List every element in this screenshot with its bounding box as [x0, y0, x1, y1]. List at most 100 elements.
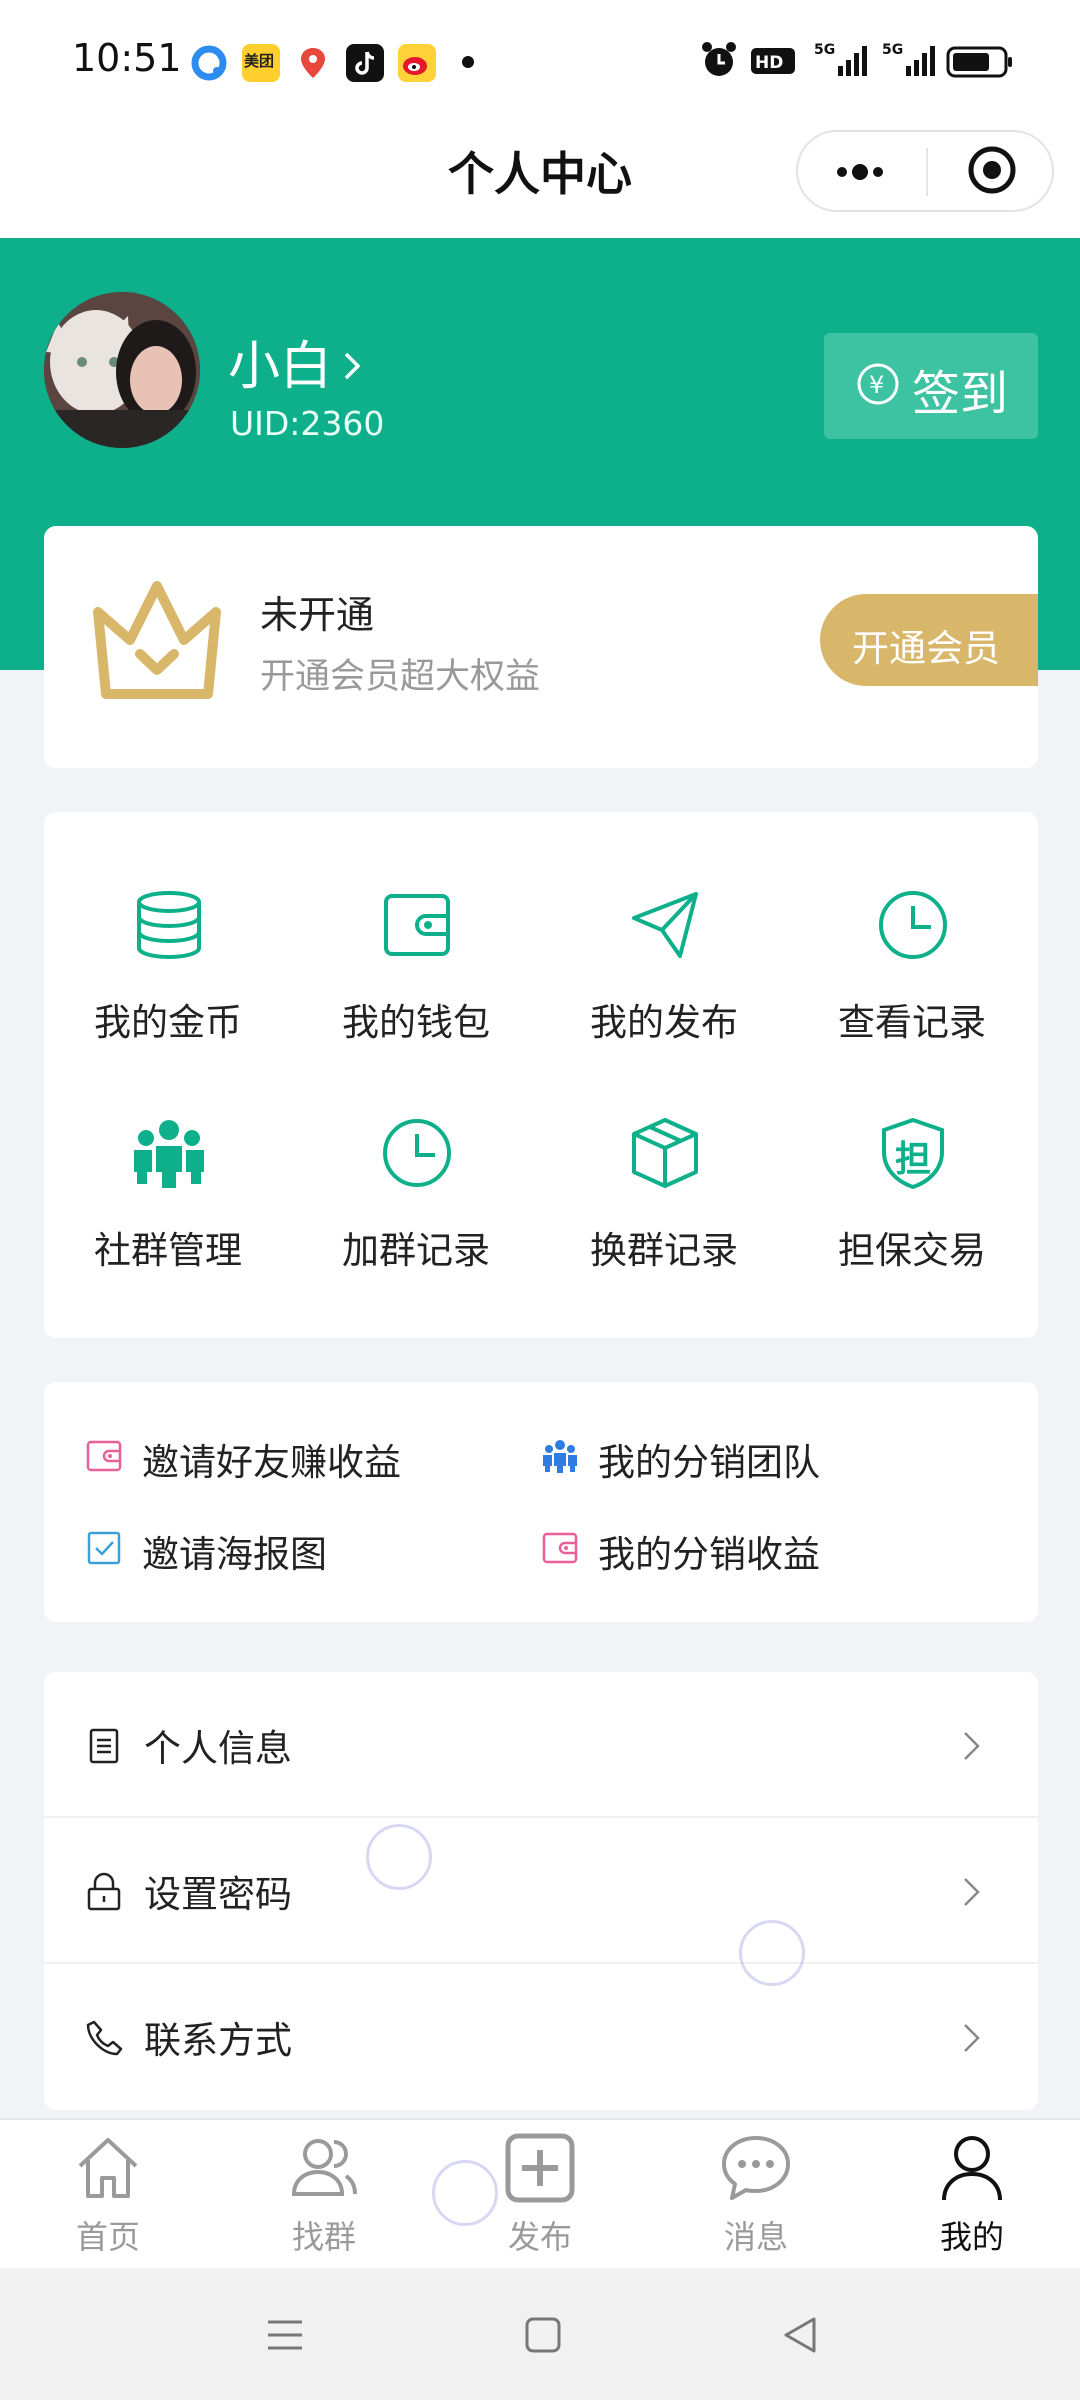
meituan-icon: 美团: [242, 44, 280, 82]
user-uid: UID:2360: [230, 404, 385, 443]
weibo-icon: [398, 44, 436, 82]
more-dots-icon: [837, 164, 883, 180]
grid-item-guarantee-trade[interactable]: 担 担保交易: [788, 1116, 1036, 1316]
svg-text:5G: 5G: [814, 42, 835, 58]
svg-text:¥: ¥: [869, 371, 884, 399]
menu-recents-button[interactable]: [264, 2314, 306, 2360]
grid-label: 加群记录: [342, 1229, 490, 1272]
chevron-right-icon: [964, 1878, 980, 1906]
chevron-right-icon: [964, 2024, 980, 2052]
settings-label: 个人信息: [144, 1727, 292, 1770]
settings-label: 联系方式: [144, 2019, 292, 2062]
phone-icon: [86, 2020, 123, 2056]
avatar[interactable]: [44, 292, 200, 448]
browser-icon: [190, 44, 228, 82]
tab-find-group[interactable]: 找群: [254, 2132, 394, 2262]
yuan-coin-icon: ¥: [856, 362, 900, 410]
invite-label: 我的分销收益: [598, 1533, 820, 1576]
hamburger-icon: [268, 2320, 302, 2350]
settings-row-contact[interactable]: 联系方式: [44, 1964, 1038, 2110]
grid-item-view-history[interactable]: 查看记录: [788, 888, 1036, 1088]
grid-item-join-history[interactable]: 加群记录: [292, 1116, 540, 1316]
home-system-button[interactable]: [522, 2314, 564, 2360]
invite-label: 邀请海报图: [142, 1533, 327, 1576]
grid-label: 换群记录: [590, 1229, 738, 1272]
hd-icon: HD: [750, 40, 796, 84]
capsule-divider: [926, 148, 928, 196]
svg-text:5G: 5G: [882, 42, 903, 58]
group-icon: [134, 1120, 204, 1188]
checkbox-icon: [87, 1531, 121, 1565]
more-notifications-dot: [462, 56, 474, 68]
tab-label: 发布: [507, 2218, 572, 2256]
tab-messages[interactable]: 消息: [686, 2132, 826, 2262]
chevron-right-icon[interactable]: [340, 346, 364, 390]
grid-item-community-manage[interactable]: 社群管理: [44, 1116, 292, 1316]
chevron-right-icon: [964, 1732, 980, 1760]
team-icon: [543, 1440, 577, 1473]
grid-item-my-wallet[interactable]: 我的钱包: [292, 888, 540, 1088]
grid-label: 我的钱包: [342, 1001, 490, 1044]
wallet-icon: [384, 894, 450, 956]
invite-label: 邀请好友赚收益: [142, 1441, 401, 1484]
coins-database-icon: [137, 891, 201, 960]
my-distribution-earnings[interactable]: 我的分销收益: [542, 1518, 962, 1578]
user-icon: [942, 2136, 1002, 2201]
distribution-card: [44, 1382, 1038, 1622]
tab-label: 我的: [939, 2218, 1004, 2256]
alarm-icon: [700, 40, 738, 84]
close-mini-program-button[interactable]: [966, 144, 1018, 196]
grid-label: 我的发布: [590, 1001, 738, 1044]
users-icon: [291, 2139, 357, 2196]
more-options-button[interactable]: [826, 150, 906, 194]
grid-item-my-posts[interactable]: 我的发布: [540, 888, 788, 1088]
cube-icon: [632, 1118, 698, 1188]
settings-row-personal-info[interactable]: 个人信息: [44, 1672, 1038, 1818]
my-distribution-team[interactable]: 我的分销团队: [542, 1426, 962, 1486]
invite-label: 我的分销团队: [598, 1441, 820, 1484]
lock-icon: [87, 1872, 121, 1911]
touch-indicator: [739, 1920, 805, 1986]
tab-mine[interactable]: 我的: [902, 2132, 1042, 2262]
touch-indicator: [432, 2160, 498, 2226]
back-triangle-icon: [784, 2317, 816, 2353]
svg-text:HD: HD: [755, 53, 783, 73]
document-icon: [89, 1728, 119, 1764]
touch-indicator: [366, 1824, 432, 1890]
grid-label: 我的金币: [94, 1001, 242, 1044]
shield-char: 担: [895, 1139, 932, 1180]
grid-label: 社群管理: [94, 1229, 242, 1272]
tiktok-icon: [346, 44, 384, 82]
invite-friends-earn[interactable]: 邀请好友赚收益: [86, 1426, 506, 1486]
open-membership-label: 开通会员: [852, 627, 1000, 670]
settings-row-set-password[interactable]: 设置密码: [44, 1818, 1038, 1964]
chat-bubble-icon: [722, 2136, 790, 2200]
checkin-label: 签到: [912, 366, 1009, 422]
paper-plane-icon: [632, 892, 698, 958]
membership-status: 未开通: [260, 593, 375, 637]
status-time: 10:51: [72, 36, 182, 80]
target-close-icon: [968, 146, 1016, 194]
square-home-icon: [525, 2317, 561, 2353]
crown-icon: [90, 578, 224, 706]
tab-label: 找群: [291, 2218, 356, 2256]
clock-icon: [879, 891, 947, 959]
map-icon: [294, 44, 332, 82]
membership-description: 开通会员超大权益: [260, 657, 541, 697]
plus-square-icon: [505, 2133, 575, 2203]
signal-5g-icon: 5G: [880, 40, 938, 84]
wallet-icon: [542, 1532, 578, 1564]
grid-item-swap-history[interactable]: 换群记录: [540, 1116, 788, 1316]
grid-item-my-coins[interactable]: 我的金币: [44, 888, 292, 1088]
home-icon: [78, 2138, 138, 2198]
meituan-text: 美团: [244, 52, 275, 70]
invite-poster[interactable]: 邀请海报图: [86, 1518, 506, 1578]
settings-label: 设置密码: [144, 1873, 292, 1916]
tab-label: 消息: [723, 2218, 788, 2256]
tab-home[interactable]: 首页: [38, 2132, 178, 2262]
grid-label: 担保交易: [838, 1229, 986, 1272]
user-name[interactable]: 小白: [228, 324, 332, 399]
avatar-photo: [44, 292, 200, 448]
grid-label: 查看记录: [838, 1001, 986, 1044]
back-system-button[interactable]: [780, 2314, 822, 2360]
